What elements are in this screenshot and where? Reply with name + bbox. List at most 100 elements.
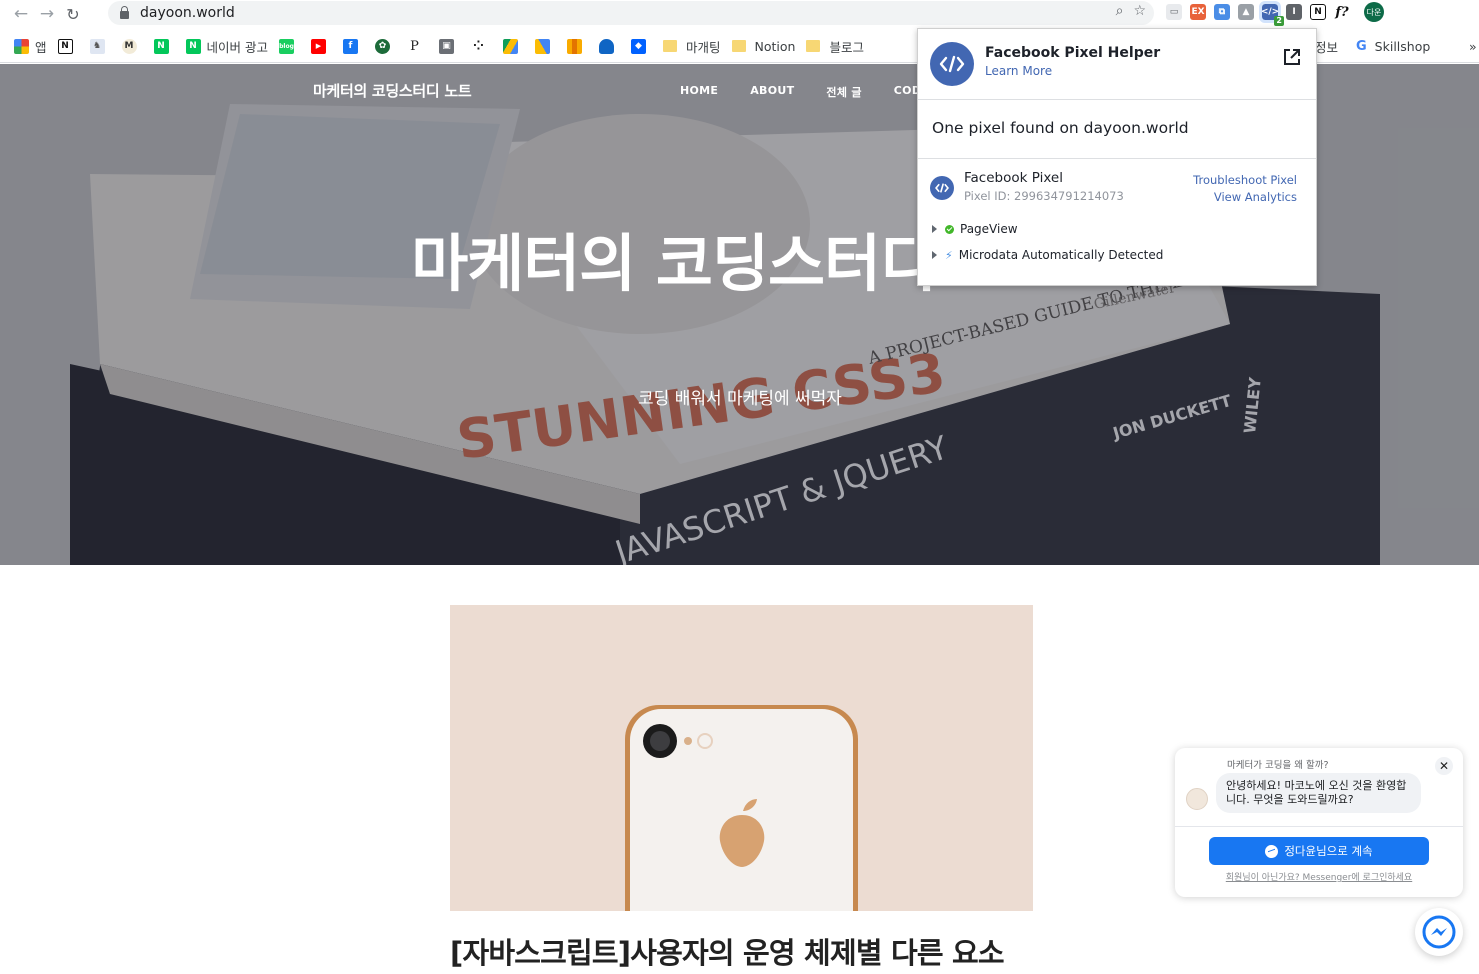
bookmark-google-drive[interactable] xyxy=(503,38,524,54)
menu-item-home[interactable]: HOME xyxy=(680,84,718,100)
naver-blog-icon: blog xyxy=(279,38,294,54)
facebook-icon: f xyxy=(343,38,358,54)
bookmark-naver-ad[interactable]: N 네이버 광고 xyxy=(185,37,268,56)
bookmark-folder-label: Notion xyxy=(754,38,796,54)
notion-icon: N xyxy=(57,38,73,54)
naver-icon: N xyxy=(153,38,169,54)
lightning-bolt-icon: ⚡ xyxy=(945,248,953,262)
page-avatar xyxy=(1186,788,1208,810)
extension-window-icon[interactable]: ⧉ xyxy=(1214,4,1230,20)
expand-triangle-icon xyxy=(932,225,937,233)
troubleshoot-pixel-link[interactable]: Troubleshoot Pixel xyxy=(1193,173,1297,187)
google-drive-icon xyxy=(503,38,518,54)
bookmark-dots[interactable]: ⁘ xyxy=(471,38,492,54)
learn-more-link[interactable]: Learn More xyxy=(985,64,1052,78)
bookmark-folder-1[interactable]: 마개팅 xyxy=(663,37,721,56)
post-thumbnail[interactable] xyxy=(450,605,1033,911)
bookmark-medium[interactable]: M xyxy=(121,38,143,54)
folder-icon xyxy=(663,40,677,52)
apps-grid-icon xyxy=(14,38,29,54)
unicorn-icon: ♞ xyxy=(89,38,105,54)
bookmarks-overflow-chevron[interactable]: » xyxy=(1469,30,1477,63)
pixel-name: Facebook Pixel xyxy=(964,170,1063,186)
bookmark-facebook[interactable]: f xyxy=(343,38,364,54)
popup-title: Facebook Pixel Helper xyxy=(985,45,1161,61)
pixel-code-icon xyxy=(930,176,954,200)
pixel-entry: Facebook Pixel Pixel ID: 299634791214073… xyxy=(918,159,1316,285)
bookmark-pinterest-p[interactable]: P xyxy=(407,38,428,54)
bookmark-skillshop[interactable]: G Skillshop xyxy=(1356,30,1430,63)
bookmark-google-ads[interactable] xyxy=(535,38,556,54)
bookmark-youtube[interactable]: ▶ xyxy=(311,38,332,54)
bookmark-apps[interactable]: 앱 xyxy=(14,37,47,56)
bookmark-folder-3[interactable]: 블로그 xyxy=(806,37,864,56)
event-pageview[interactable]: PageView xyxy=(932,222,1018,236)
pixels-found-summary: One pixel found on dayoon.world xyxy=(918,100,1316,159)
chat-page-name: 마케터가 코딩을 왜 할까? xyxy=(1227,760,1329,771)
menu-item-all-posts[interactable]: 전체 글 xyxy=(826,84,861,100)
post-title[interactable]: [자바스크립트]사용자의 운영 체제별 다른 요소 xyxy=(450,930,1070,972)
close-icon[interactable]: ✕ xyxy=(1435,757,1453,775)
success-check-icon xyxy=(945,224,954,234)
event-name: Microdata Automatically Detected xyxy=(958,248,1164,262)
pixel-helper-logo-icon xyxy=(930,42,974,86)
extension-ex-icon[interactable]: EX xyxy=(1190,4,1206,20)
url-text[interactable]: dayoon.world xyxy=(140,5,235,21)
bookmark-naver[interactable]: N xyxy=(153,38,175,54)
view-analytics-link[interactable]: View Analytics xyxy=(1214,190,1297,204)
green-badge-icon: ✿ xyxy=(375,38,390,54)
naver-ad-icon: N xyxy=(185,38,201,54)
menu-item-about[interactable]: ABOUT xyxy=(750,84,794,100)
extension-badge: 2 xyxy=(1274,16,1284,26)
expand-triangle-icon xyxy=(932,251,937,259)
back-arrow-icon[interactable]: ← xyxy=(8,1,34,27)
messenger-bolt-icon xyxy=(1422,915,1456,949)
messenger-chat-widget: 마케터가 코딩을 왜 할까? ✕ 안녕하세요! 마코노에 오신 것을 환영합니다… xyxy=(1175,748,1463,897)
bookmark-dropbox[interactable]: ◆ xyxy=(631,38,652,54)
google-analytics-icon xyxy=(567,38,582,54)
notion-extension-icon[interactable]: N xyxy=(1310,4,1326,20)
cloud-icon xyxy=(599,38,614,54)
bookmark-star-icon[interactable]: ☆ xyxy=(1133,3,1146,19)
screenshot-icon: ▣ xyxy=(439,38,454,54)
extension-info-icon[interactable]: I xyxy=(1286,4,1302,20)
bookmark-folder-label: 블로그 xyxy=(829,39,864,55)
bookmark-notion[interactable]: N xyxy=(57,38,79,54)
continue-as-button[interactable]: 정다윤님으로 계속 xyxy=(1209,837,1429,865)
browser-toolbar: ← → ↻ dayoon.world ⌕ ☆ ▭ EX ⧉ ▲ </> 2 I N… xyxy=(0,0,1479,28)
bookmark-analytics[interactable] xyxy=(567,38,588,54)
bookmark-unicorn[interactable]: ♞ xyxy=(89,38,111,54)
bookmark-screenshot[interactable]: ▣ xyxy=(439,38,460,54)
messenger-login-link[interactable]: 회원님이 아닌가요? Messenger에 로그인하세요 xyxy=(1175,870,1463,883)
site-title[interactable]: 마케터의 코딩스터디 노트 xyxy=(313,80,472,101)
extension-cast-icon[interactable]: ▭ xyxy=(1166,4,1182,20)
messenger-launcher-button[interactable] xyxy=(1415,908,1463,956)
hero-subtitle: 코딩 배워서 마케팅에 써먹자 xyxy=(638,389,842,409)
chat-divider xyxy=(1175,826,1463,827)
bookmark-folder-2[interactable]: Notion xyxy=(731,38,796,54)
dots-cluster-icon: ⁘ xyxy=(471,38,486,54)
bookmark-folder-label: 마개팅 xyxy=(686,39,721,55)
bookmark-green-logo[interactable]: ✿ xyxy=(375,38,396,54)
p-letter-icon: P xyxy=(407,38,422,54)
profile-avatar[interactable]: 다운 xyxy=(1364,2,1384,22)
google-ads-icon xyxy=(535,38,550,54)
folder-icon xyxy=(806,40,821,52)
bookmark-info[interactable]: 정보 xyxy=(1315,30,1338,63)
reload-icon[interactable]: ↻ xyxy=(60,1,86,27)
lock-icon xyxy=(120,5,129,19)
event-name: PageView xyxy=(960,222,1018,236)
bookmark-onedrive[interactable] xyxy=(599,38,620,54)
fx-extension-icon[interactable]: f? xyxy=(1334,4,1350,20)
zoom-icon[interactable]: ⌕ xyxy=(1116,3,1124,19)
address-bar[interactable]: dayoon.world ⌕ ☆ xyxy=(108,1,1154,25)
bookmark-blog[interactable]: blog xyxy=(279,38,300,54)
pixel-helper-extension-icon[interactable]: </> 2 xyxy=(1259,1,1284,26)
extension-drive-icon[interactable]: ▲ xyxy=(1238,4,1254,20)
event-microdata[interactable]: ⚡ Microdata Automatically Detected xyxy=(932,248,1163,262)
forward-arrow-icon[interactable]: → xyxy=(34,1,60,27)
open-external-icon[interactable] xyxy=(1282,47,1302,67)
medium-icon: M xyxy=(121,38,137,54)
youtube-icon: ▶ xyxy=(311,38,326,54)
google-g-icon: G xyxy=(1356,39,1367,54)
